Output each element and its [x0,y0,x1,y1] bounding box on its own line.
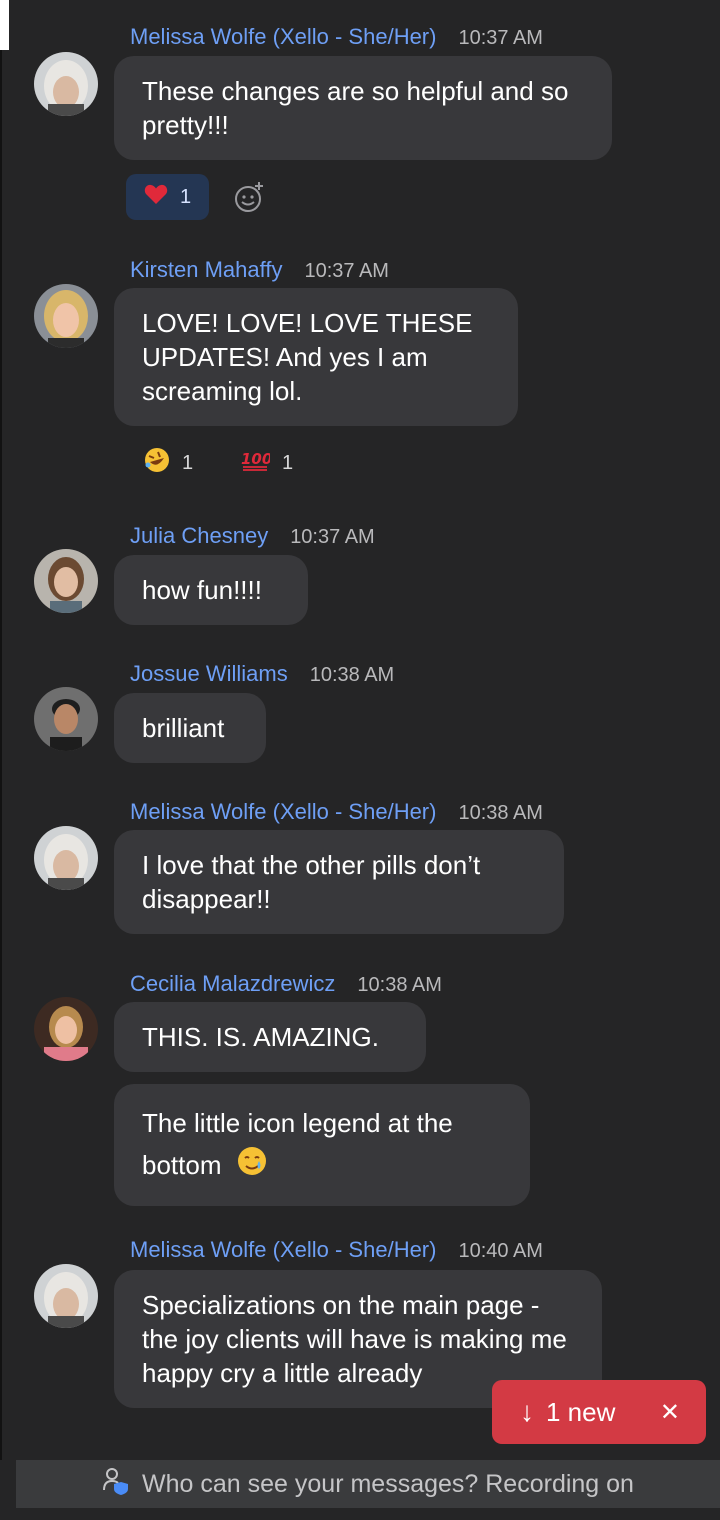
message-bubble[interactable]: LOVE! LOVE! LOVE THESE UPDATES! And yes … [114,288,518,426]
recording-notice[interactable]: Who can see your messages? Recording on [16,1460,720,1508]
hundred-icon: 100 [240,448,272,478]
rolling-laughing-icon [144,447,170,479]
message-bubble[interactable]: I love that the other pills don’t disapp… [114,830,564,934]
crying-smile-emoji-icon [237,1146,267,1188]
avatar[interactable] [34,549,98,613]
message-bubble[interactable]: These changes are so helpful and so pret… [114,56,612,160]
svg-text:100: 100 [241,450,270,468]
new-messages-label: 1 new [546,1396,616,1427]
heart-icon [144,183,168,211]
sender-name[interactable]: Julia Chesney [130,523,268,549]
panel-divider [0,50,2,1460]
sender-name[interactable]: Jossue Williams [130,661,288,687]
new-messages-button[interactable]: ↓ 1 new ✕ [492,1380,706,1444]
message-time: 10:37 AM [304,260,389,282]
reaction-hundred[interactable]: 100 1 [222,440,311,486]
message-bubble[interactable]: brilliant [114,693,266,763]
message-text: brilliant [142,713,225,743]
message-time: 10:40 AM [458,1240,543,1262]
message-text: I love that the other pills don’t disapp… [142,850,481,914]
message-bubble[interactable]: The little icon legend at the bottom [114,1084,530,1207]
reaction-rolling-laughing[interactable]: 1 [126,440,211,486]
avatar[interactable] [34,52,98,116]
sender-name[interactable]: Melissa Wolfe (Xello - She/Her) [130,799,436,825]
sender-name[interactable]: Melissa Wolfe (Xello - She/Her) [130,24,436,50]
user-shield-icon [102,1466,130,1503]
message-bubble[interactable]: how fun!!!! [114,555,308,625]
message-text: LOVE! LOVE! LOVE THESE UPDATES! And yes … [142,308,473,406]
avatar[interactable] [34,1264,98,1328]
reaction-count: 1 [182,451,194,474]
sender-name[interactable]: Melissa Wolfe (Xello - She/Her) [130,1237,436,1263]
message-bubble[interactable]: THIS. IS. AMAZING. [114,1002,426,1072]
sender-name[interactable]: Kirsten Mahaffy [130,257,282,283]
message-text: The little icon legend at the bottom [142,1108,453,1180]
avatar[interactable] [34,284,98,348]
message-time: 10:37 AM [290,526,375,548]
arrow-down-icon: ↓ [520,1396,534,1427]
avatar[interactable] [34,997,98,1061]
avatar[interactable] [34,687,98,751]
message-text: Specializations on the main page - the j… [142,1290,567,1388]
add-reaction-icon[interactable] [232,180,266,214]
window-edge [0,0,9,50]
avatar[interactable] [34,826,98,890]
recording-notice-text: Who can see your messages? Recording on [142,1469,634,1498]
message-text: THIS. IS. AMAZING. [142,1022,379,1052]
message-text: how fun!!!! [142,575,262,605]
message-text: These changes are so helpful and so pret… [142,76,569,140]
close-icon[interactable]: ✕ [660,1398,680,1427]
message-time: 10:38 AM [357,974,442,996]
sender-name[interactable]: Cecilia Malazdrewicz [130,971,335,997]
reaction-count: 1 [282,451,294,474]
reaction-heart[interactable]: 1 [126,174,210,220]
message-time: 10:37 AM [458,27,543,49]
message-time: 10:38 AM [458,802,543,824]
message-time: 10:38 AM [309,664,395,686]
reaction-count: 1 [180,185,192,208]
